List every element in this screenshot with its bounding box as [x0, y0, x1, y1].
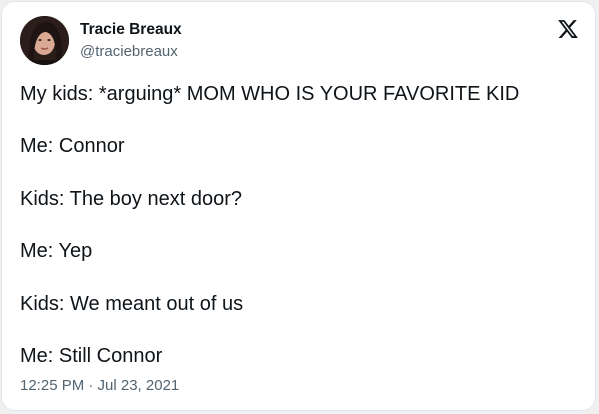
tweet-line: My kids: *arguing* MOM WHO IS YOUR FAVOR…	[20, 83, 520, 105]
avatar-photo	[20, 16, 69, 65]
tweet-timestamp[interactable]: 12:25 PM · Jul 23, 2021	[20, 376, 179, 396]
author-handle[interactable]: @traciebreaux	[80, 42, 178, 62]
x-logo-icon[interactable]	[557, 18, 579, 40]
tweet-line: Me: Connor	[20, 135, 125, 157]
tweet-line: Kids: We meant out of us	[20, 293, 244, 315]
tweet-line: Kids: The boy next door?	[20, 188, 242, 210]
tweet-line: Me: Yep	[20, 240, 93, 262]
author-display-name[interactable]: Tracie Breaux	[80, 20, 182, 40]
tweet-line: Me: Still Connor	[20, 345, 163, 367]
avatar[interactable]	[20, 16, 69, 65]
tweet-card: Tracie Breaux @traciebreaux My kids: *ar…	[1, 1, 596, 411]
